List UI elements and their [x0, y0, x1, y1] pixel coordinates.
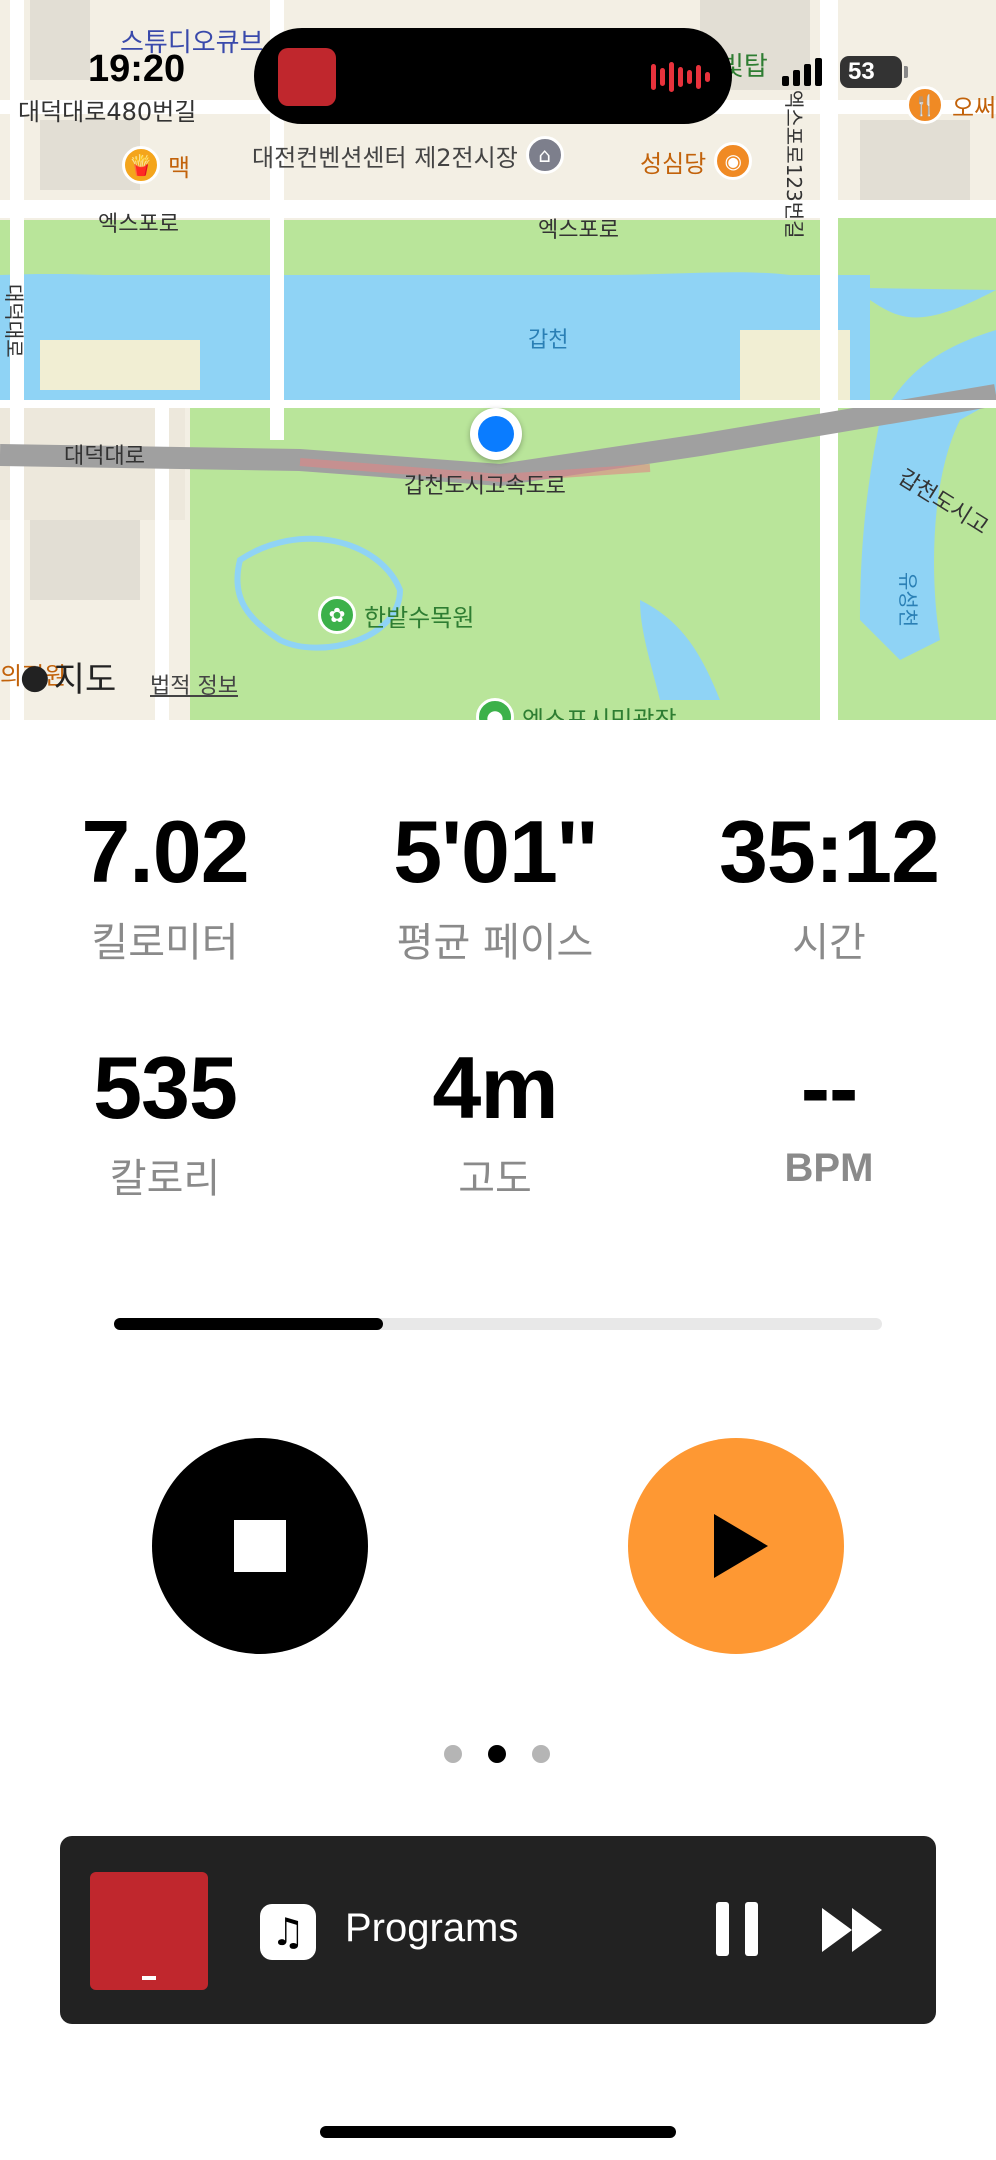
map-poi-convention[interactable]: 대전컨벤션센터 제2전시장 ⌂	[252, 136, 564, 174]
stop-icon	[234, 1520, 286, 1572]
map-poi-arboretum[interactable]: ✿ 한밭수목원	[318, 596, 474, 634]
maps-brand-label: 지도	[53, 660, 117, 700]
map-label-daedeok: 대덕대로	[64, 444, 145, 469]
home-indicator[interactable]	[320, 2126, 676, 2138]
park-icon: ●	[476, 698, 514, 720]
poi-label: 성심당	[640, 149, 707, 178]
maps-brand: ● 지도	[20, 652, 116, 701]
run-progress-fill	[114, 1318, 383, 1330]
metric-value: 4m	[432, 1038, 558, 1137]
poi-label: 한밭수목원	[364, 603, 475, 632]
map-poi-mac[interactable]: 🍟 맥	[122, 146, 190, 184]
poi-label: 맥	[168, 153, 191, 182]
now-playing-title: Programs	[345, 1906, 519, 1950]
map-poi-sungsimdang[interactable]: 성심당 ◉	[640, 142, 753, 180]
metric-label: 킬로미터	[91, 920, 239, 966]
battery-nub	[904, 66, 908, 78]
map-label-daedeok-vertical: 대덕대로	[2, 284, 26, 358]
building-icon: ⌂	[525, 136, 564, 174]
pause-button[interactable]	[716, 1902, 758, 1956]
audio-wave-icon	[651, 60, 710, 94]
metric-value: 35:12	[718, 802, 940, 901]
album-art[interactable]	[90, 1872, 208, 1990]
poi-label: 엑스포시민광장	[522, 705, 677, 721]
dynamic-island[interactable]	[254, 28, 732, 124]
metric-label: 칼로리	[109, 1156, 221, 1202]
metric-value: 535	[93, 1038, 238, 1137]
metric-value: 7.02	[81, 802, 249, 901]
current-location-icon	[470, 408, 522, 460]
metric-label: 시간	[792, 920, 866, 966]
restaurant-icon: 🍴	[906, 86, 944, 124]
forward-chevron	[822, 1908, 852, 1952]
metric-label: BPM	[784, 1146, 874, 1190]
resume-button[interactable]	[628, 1438, 844, 1654]
metric-calories: 535 칼로리	[0, 1044, 330, 1204]
metric-heart-rate: -- BPM	[664, 1044, 994, 1191]
metric-label: 평균 페이스	[396, 920, 594, 966]
metric-elevation: 4m 고도	[330, 1044, 660, 1204]
poi-label: 대전컨벤션센터 제2전시장	[252, 143, 518, 172]
flower-icon: ✿	[318, 596, 356, 634]
album-art-icon	[278, 48, 336, 106]
play-icon	[714, 1514, 768, 1578]
poi-label: 오써	[952, 93, 996, 122]
page-dot-active	[488, 1745, 506, 1763]
battery-level: 53	[848, 58, 875, 85]
apple-logo-icon: ●	[20, 656, 50, 697]
cellular-signal-icon	[782, 58, 822, 86]
map-label-expo-road: 엑스포로	[538, 218, 619, 243]
forward-chevron	[852, 1908, 882, 1952]
metric-distance: 7.02 킬로미터	[0, 808, 330, 968]
map-label-road: 대덕대로480번길	[18, 98, 197, 126]
skip-forward-button[interactable]	[822, 1908, 882, 1952]
battery-icon: 53	[840, 56, 902, 88]
music-note-icon: ♫	[260, 1904, 316, 1960]
page-dot	[532, 1745, 550, 1763]
metric-label: 고도	[458, 1156, 532, 1202]
run-progress-bar	[114, 1318, 882, 1330]
metric-value: 5'01''	[393, 802, 598, 901]
map-poi-oser[interactable]: 🍴 오써	[906, 86, 996, 124]
map-label-river: 갑천	[528, 328, 569, 353]
food-icon: 🍟	[122, 146, 160, 184]
map-label-stream: 유성천	[896, 572, 920, 628]
status-time: 19:20	[88, 48, 186, 90]
stop-button[interactable]	[152, 1438, 368, 1654]
now-playing-bar[interactable]: ♫ Programs	[60, 1836, 936, 2024]
legal-link[interactable]: 법적 정보	[150, 668, 238, 700]
map-label-expo-road: 엑스포로	[98, 212, 179, 237]
metric-time: 35:12 시간	[664, 808, 994, 968]
metric-value: --	[800, 1038, 859, 1137]
map-poi-expo-plaza[interactable]: ● 엑스포시민광장	[476, 698, 677, 720]
map-label-highway: 갑천도시고속도로	[404, 474, 566, 499]
page-indicator[interactable]	[444, 1745, 550, 1763]
bakery-icon: ◉	[714, 142, 753, 180]
pause-bar	[716, 1902, 729, 1956]
map-label-expo-123: 엑스포로123번길	[782, 90, 806, 239]
metric-avg-pace: 5'01'' 평균 페이스	[330, 808, 660, 968]
pause-bar	[745, 1902, 758, 1956]
page-dot	[444, 1745, 462, 1763]
